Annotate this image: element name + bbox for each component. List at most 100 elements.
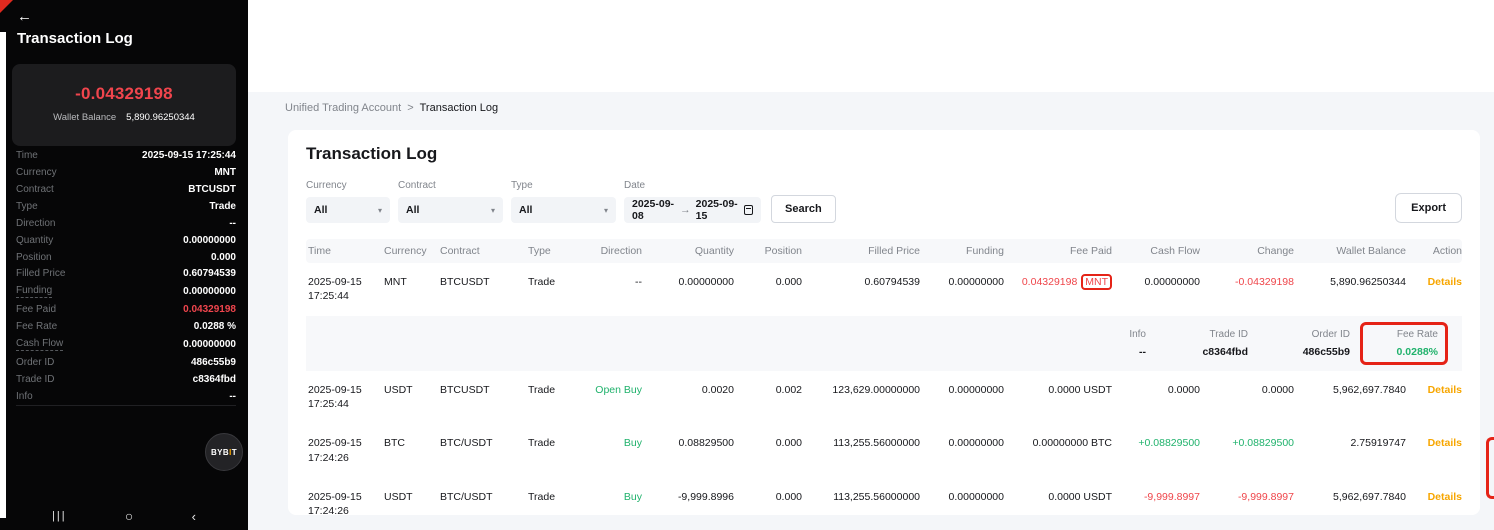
detail-item-label: Fee Rate [1370,328,1438,342]
cell-value: -0.04329198 [1235,276,1294,288]
chevron-down-icon: ▾ [604,206,608,215]
details-link[interactable]: Details [1428,437,1462,449]
contract-select[interactable]: All ▾ [398,197,503,223]
cell-fee-paid: 0.00000000 BTC [1004,424,1112,477]
back-arrow-icon[interactable]: ← [17,8,32,25]
cell-action: Details [1406,371,1462,424]
summary-amount: -0.04329198 [12,84,236,104]
mobile-detail-value: c8364fbd [193,375,236,385]
cell-change: -9,999.8997 [1200,478,1294,530]
home-icon[interactable]: ○ [125,508,133,524]
table-body: 2025-09-15 17:25:44MNTBTCUSDTTrade--0.00… [306,263,1462,530]
cell-wallet-balance: 5,962,697.7840 [1294,478,1406,530]
mobile-detail-value: 486c55b9 [191,358,236,368]
mobile-detail-value: 2025-09-15 17:25:44 [142,151,236,161]
mobile-detail-label: Info [16,392,33,402]
details-link[interactable]: Details [1428,384,1462,396]
currency-filter-label: Currency [306,180,390,191]
type-select[interactable]: All ▾ [511,197,616,223]
cell-position: 0.000 [734,424,802,477]
detail-item-value: 486c55b9 [1262,345,1350,359]
mobile-detail-value: 0.000 [211,253,236,263]
column-header-type: Type [528,239,578,263]
mobile-detail-label: Funding [16,286,52,298]
mobile-detail-row: Info-- [16,392,236,402]
recents-icon[interactable]: ||| [52,510,67,522]
cell-action: Details [1406,424,1462,477]
chevron-down-icon: ▾ [378,206,382,215]
web-panel: Unified Trading Account>Transaction Log … [248,0,1494,530]
back-nav-icon[interactable]: ‹ [192,509,196,524]
mobile-detail-row: TypeTrade [16,202,236,212]
contract-select-value: All [406,204,419,216]
date-range-picker[interactable]: 2025-09-08 → 2025-09-15 [624,197,761,223]
detail-band: Info--Trade IDc8364fbdOrder ID486c55b9Fe… [306,316,1462,371]
cell-currency: BTC [384,424,440,477]
currency-select[interactable]: All ▾ [306,197,390,223]
cell-filled-price: 123,629.00000000 [802,371,920,424]
mobile-detail-row: Fee Rate0.0288 % [16,322,236,332]
cell-funding: 0.00000000 [920,478,1004,530]
cell-value: -9,999.8997 [1238,491,1294,503]
search-button[interactable]: Search [771,195,836,223]
annotation-box-fee-rate: Fee Rate0.0288% [1360,322,1448,365]
export-button[interactable]: Export [1395,193,1462,223]
mobile-detail-label: Type [16,202,38,212]
details-link[interactable]: Details [1428,491,1462,503]
summary-card: -0.04329198 Wallet Balance5,890.96250344 [12,64,236,146]
mobile-detail-row: Trade IDc8364fbd [16,375,236,385]
cell-filled-price: 113,255.56000000 [802,478,920,530]
cell-value: Buy [624,437,642,449]
mobile-detail-label: Fee Paid [16,305,56,315]
table-row: 2025-09-15 17:24:26USDTBTC/USDTTradeBuy-… [306,478,1462,530]
mobile-detail-row: Funding 0.00000000 [16,286,236,298]
mobile-detail-label: Quantity [16,236,53,246]
transaction-table: TimeCurrencyContractTypeDirectionQuantit… [306,239,1462,530]
cell-quantity: 0.08829500 [642,424,734,477]
cell-direction: Buy [578,478,642,530]
mobile-detail-value: 0.0288 % [194,322,236,332]
mobile-detail-value: 0.00000000 [183,340,236,350]
annotation-box-fee-currency: MNT [1081,274,1112,290]
table-row: 2025-09-15 17:25:44USDTBTCUSDTTradeOpen … [306,371,1462,424]
contract-filter-label: Contract [398,180,503,191]
cell-funding: 0.00000000 [920,424,1004,477]
cell-wallet-balance: 5,962,697.7840 [1294,371,1406,424]
detail-item-label: Order ID [1262,328,1350,342]
left-gutter [0,32,6,518]
cell-currency: MNT [384,263,440,316]
breadcrumb: Unified Trading Account>Transaction Log [285,102,498,114]
bybit-logo: BYBIT [205,433,243,471]
calendar-icon [744,205,753,215]
table-row: 2025-09-15 17:25:44MNTBTCUSDTTrade--0.00… [306,263,1462,316]
cell-contract: BTC/USDT [440,424,528,477]
mobile-detail-list: Time2025-09-15 17:25:44CurrencyMNTContra… [16,151,236,406]
mobile-detail-row: Position0.000 [16,253,236,263]
mobile-detail-row: Filled Price 0.60794539 [16,269,236,279]
details-link[interactable]: Details [1428,276,1462,288]
cell-fee-paid: 0.0000 USDT [1004,478,1112,530]
mobile-detail-value: 0.00000000 [183,287,236,297]
filter-bar: Currency All ▾ Contract All ▾ [306,180,1462,223]
cell-value: +0.08829500 [1232,437,1294,449]
cell-position: 0.000 [734,478,802,530]
cell-cash-flow: -9,999.8997 [1112,478,1200,530]
mobile-detail-value: 0.60794539 [183,269,236,279]
column-header-filled-price: Filled Price [802,239,920,263]
column-header-action: Action [1406,239,1462,263]
mobile-detail-label: Filled Price [16,269,65,279]
detail-item-value: -- [1058,345,1146,359]
wallet-balance-label: Wallet Balance [53,112,116,123]
type-filter-label: Type [511,180,616,191]
cell-wallet-balance: 2.75919747 [1294,424,1406,477]
page-background: Unified Trading Account>Transaction Log … [248,92,1494,530]
detail-item-label: Info [1058,328,1146,342]
date-end: 2025-09-15 [696,198,739,222]
column-header-currency: Currency [384,239,440,263]
breadcrumb-parent[interactable]: Unified Trading Account [285,102,401,114]
cell-wallet-balance: 5,890.96250344 [1294,263,1406,316]
cell-quantity: -9,999.8996 [642,478,734,530]
cell-currency: USDT [384,371,440,424]
cell-currency: USDT [384,478,440,530]
date-filter-label: Date [624,180,761,191]
